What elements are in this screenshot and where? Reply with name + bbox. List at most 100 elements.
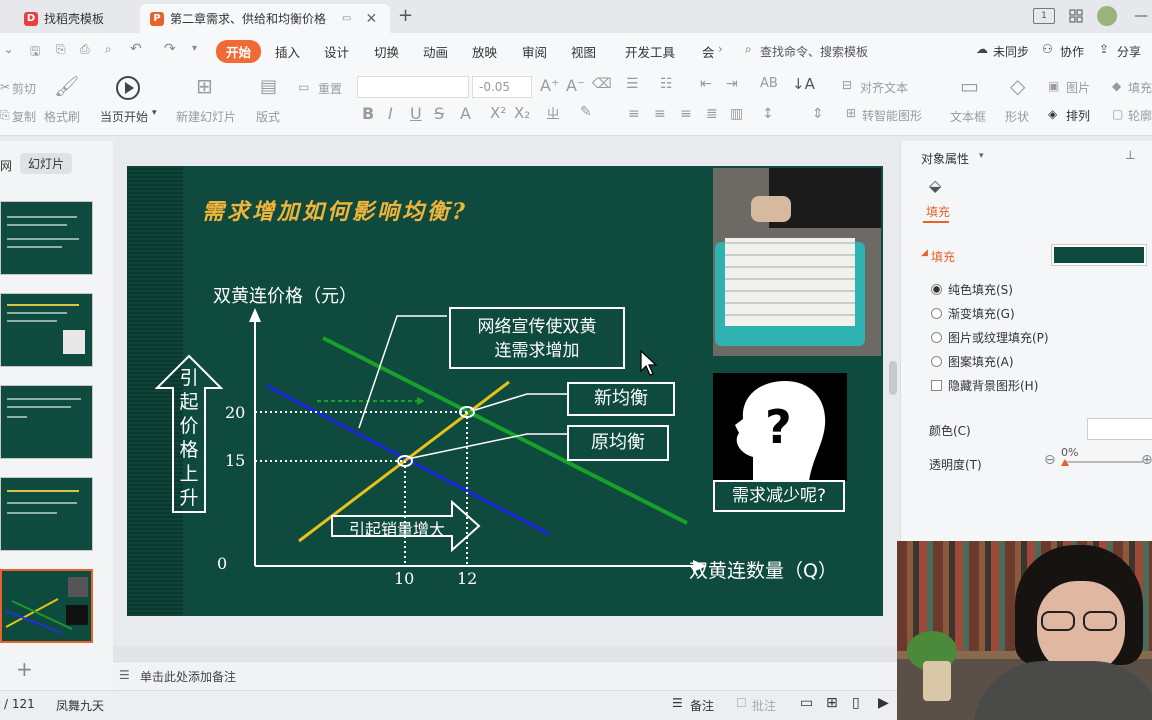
align-right-icon[interactable]: ≡ — [680, 106, 692, 122]
tab-outline[interactable]: 网 — [0, 157, 12, 174]
properties-header[interactable]: 对象属性 — [921, 150, 969, 167]
font-color-icon[interactable]: A — [460, 104, 471, 123]
color-select[interactable] — [1087, 418, 1152, 440]
collab-button[interactable]: 协作 — [1060, 43, 1084, 60]
copy-button[interactable]: 复制 — [12, 108, 36, 125]
slideshow-icon[interactable]: ▶ — [878, 695, 889, 711]
notes-button[interactable]: 备注 — [690, 697, 714, 714]
expand-icon[interactable]: ◢ — [921, 248, 928, 258]
search-command-input[interactable]: 查找命令、搜索模板 — [760, 43, 868, 60]
strikethrough-icon[interactable]: S — [434, 104, 444, 123]
menu-transition[interactable]: 切换 — [374, 42, 399, 61]
textbox-button[interactable]: 文本框 — [950, 108, 986, 125]
horizontal-scrollbar[interactable] — [113, 646, 900, 661]
minimize-button[interactable]: — — [1130, 6, 1152, 26]
align-text-button[interactable]: 对齐文本 — [860, 79, 908, 96]
pin-icon[interactable]: ▭ — [342, 13, 351, 24]
user-avatar[interactable] — [1097, 6, 1117, 26]
smart-shape-button[interactable]: 转智能图形 — [862, 107, 922, 124]
slide-thumbnail[interactable] — [0, 201, 93, 275]
notes-input[interactable]: 单击此处添加备注 — [140, 668, 236, 685]
slide-sorter-icon[interactable]: ⊞ — [826, 695, 838, 711]
justify-icon[interactable]: ≣ — [706, 106, 718, 122]
slide-thumbnail-selected[interactable] — [0, 569, 93, 643]
font-size-select[interactable]: -0.05 — [472, 76, 532, 98]
undo-icon[interactable]: ↶ — [130, 41, 142, 57]
play-from-current-button[interactable]: 当页开始 — [100, 108, 148, 125]
tab-template[interactable]: D 找稻壳模板 — [14, 4, 136, 33]
close-tab-icon[interactable]: ✕ — [365, 11, 377, 27]
slide-thumbnail[interactable] — [0, 385, 93, 459]
menu-view[interactable]: 视图 — [571, 42, 596, 61]
sync-status[interactable]: 未同步 — [993, 43, 1029, 60]
menu-review[interactable]: 审阅 — [522, 42, 547, 61]
subscript-icon[interactable]: X₂ — [514, 104, 530, 122]
bold-icon[interactable]: B — [362, 104, 374, 123]
menu-member[interactable]: 会 — [702, 42, 715, 61]
dropdown-icon[interactable]: ▾ — [152, 108, 157, 118]
line-spacing-icon[interactable]: ↕ — [762, 106, 774, 122]
tab-slides[interactable]: 幻灯片 — [20, 153, 73, 174]
align-left-icon[interactable]: ≡ — [628, 106, 640, 122]
slider-handle[interactable] — [1061, 459, 1069, 466]
add-slide-button[interactable]: + — [16, 657, 33, 681]
window-layout-icon[interactable]: 1 — [1033, 8, 1055, 24]
increase-font-icon[interactable]: A⁺ — [540, 76, 559, 95]
theme-name[interactable]: 凤舞九天 — [56, 697, 104, 714]
menu-developer[interactable]: 开发工具 — [625, 42, 675, 61]
option-solid-fill[interactable]: 纯色填充(S) — [931, 281, 1013, 298]
export-icon[interactable]: ⎘ — [56, 42, 66, 57]
sort-icon[interactable]: ↓A — [792, 75, 815, 93]
picture-button[interactable]: 图片 — [1066, 79, 1090, 96]
bullets-icon[interactable]: ☰ — [626, 76, 639, 92]
option-gradient-fill[interactable]: 渐变填充(G) — [931, 305, 1015, 322]
arrange-button[interactable]: 排列 — [1066, 107, 1090, 124]
increase-transparency-button[interactable]: ⊕ — [1141, 452, 1152, 468]
cut-button[interactable]: 剪切 — [12, 80, 36, 97]
option-picture-fill[interactable]: 图片或纹理填充(P) — [931, 329, 1049, 346]
distributed-icon[interactable]: ▥ — [730, 106, 743, 122]
apps-grid-icon[interactable] — [1065, 6, 1087, 26]
transparency-slider[interactable] — [1063, 461, 1143, 463]
dropdown-icon[interactable]: ▾ — [979, 151, 984, 161]
new-slide-button[interactable]: 新建幻灯片 — [176, 108, 236, 125]
comment-button[interactable]: 批注 — [752, 697, 776, 714]
chevron-right-icon[interactable]: › — [718, 42, 723, 56]
clear-format-icon[interactable]: ⌫ — [592, 76, 612, 92]
superscript-icon[interactable]: X² — [490, 104, 506, 122]
save-icon[interactable]: 🖫 — [30, 42, 40, 63]
option-pattern-fill[interactable]: 图案填充(A) — [931, 353, 1014, 370]
highlight-icon[interactable]: ✎ — [580, 104, 592, 120]
italic-icon[interactable]: I — [388, 104, 393, 123]
pinyin-icon[interactable]: ㄓ — [546, 104, 560, 124]
outdent-icon[interactable]: ⇤ — [700, 76, 712, 92]
tab-presentation[interactable]: P 第二章需求、供给和均衡价格 ▭ ✕ — [140, 4, 390, 33]
reset-button[interactable]: 重置 — [318, 80, 342, 97]
font-name-select[interactable] — [357, 76, 469, 98]
align-center-icon[interactable]: ≡ — [654, 106, 666, 122]
paragraph-spacing-icon[interactable]: ⇕ — [812, 106, 824, 122]
indent-icon[interactable]: ⇥ — [726, 76, 738, 92]
slide-canvas[interactable]: 需求增加如何影响均衡? 双黄连价格（元） 双黄连数量（Q） 0 20 15 10… — [127, 166, 883, 616]
format-painter-button[interactable]: 格式刷 — [44, 108, 80, 125]
print-icon[interactable]: ⎙ — [80, 42, 90, 57]
pin-pane-icon[interactable]: ⊥ — [1125, 148, 1135, 162]
text-direction-icon[interactable]: AB — [760, 76, 778, 91]
slide-thumbnail[interactable] — [0, 293, 93, 367]
menu-design[interactable]: 设计 — [324, 42, 349, 61]
normal-view-icon[interactable]: ▭ — [800, 695, 813, 711]
numbering-icon[interactable]: ☷ — [660, 76, 673, 92]
quick-access-dropdown-icon[interactable]: ▾ — [192, 43, 197, 54]
menu-animation[interactable]: 动画 — [423, 42, 448, 61]
print-preview-icon[interactable]: ⌕ — [105, 42, 112, 57]
layout-button[interactable]: 版式 — [256, 108, 280, 125]
menu-insert[interactable]: 插入 — [275, 42, 300, 61]
hide-background-checkbox[interactable]: 隐藏背景图形(H) — [931, 377, 1038, 394]
decrease-transparency-button[interactable]: ⊖ — [1044, 452, 1056, 468]
outline-button[interactable]: 轮廓 — [1128, 107, 1152, 124]
share-button[interactable]: 分享 — [1117, 43, 1141, 60]
underline-icon[interactable]: U — [410, 104, 422, 123]
new-tab-button[interactable]: + — [398, 5, 413, 26]
section-fill[interactable]: 填充 — [931, 248, 955, 265]
vertical-scrollbar[interactable] — [889, 361, 897, 395]
